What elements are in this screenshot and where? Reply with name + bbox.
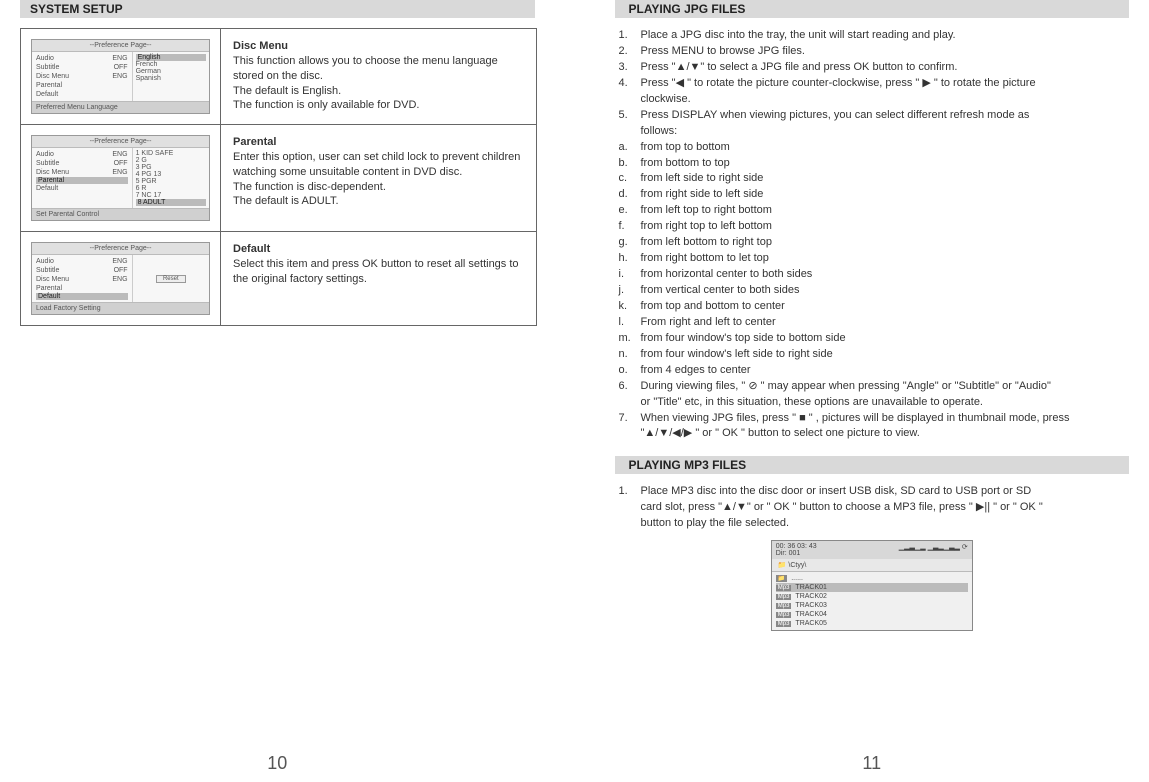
list-item: Mp3TRACK05	[776, 619, 968, 628]
list-item: h.from right bottom to let top	[619, 251, 1130, 267]
table-row: --Preference Page-- AudioENGSubtitleOFFD…	[21, 29, 536, 125]
list-item: a.from top to bottom	[619, 140, 1130, 156]
list-item: Mp3TRACK02	[776, 592, 968, 601]
list-item: c.from left side to right side	[619, 171, 1130, 187]
list-item: 3.Press "▲/▼" to select a JPG file and p…	[619, 60, 1130, 76]
left-page: SYSTEM SETUP --Preference Page-- AudioEN…	[20, 0, 535, 782]
page-number-left: 10	[267, 753, 287, 774]
list-item: g.from left bottom to right top	[619, 235, 1130, 251]
list-item: button to play the file selected.	[619, 516, 1130, 532]
list-item: 7.When viewing JPG files, press " ■ " , …	[619, 411, 1130, 427]
list-item: 1.Place a JPG disc into the tray, the un…	[619, 28, 1130, 44]
list-item: Mp3TRACK04	[776, 610, 968, 619]
list-item: card slot, press "▲/▼" or " OK " button …	[619, 500, 1130, 516]
list-item: Mp3TRACK03	[776, 601, 968, 610]
list-item: i.from horizontal center to both sides	[619, 267, 1130, 283]
playing-jpg-header: PLAYING JPG FILES	[615, 0, 1130, 18]
jpg-instructions: 1.Place a JPG disc into the tray, the un…	[615, 28, 1130, 442]
list-item: 6.During viewing files, " ⊘ " may appear…	[619, 379, 1130, 395]
menu-screenshot: --Preference Page-- AudioENGSubtitleOFFD…	[21, 232, 221, 325]
mp3-player-mock: 00: 36 03: 43 Dir: 001 ▁▂▃▁▂ ▁▃▂▁▃▂ ⟳ 📁 …	[771, 540, 973, 631]
right-page: PLAYING JPG FILES 1.Place a JPG disc int…	[615, 0, 1130, 782]
table-row: --Preference Page-- AudioENGSubtitleOFFD…	[21, 125, 536, 232]
list-item: Mp3TRACK01	[776, 583, 968, 592]
list-item: 1.Place MP3 disc into the disc door or i…	[619, 484, 1130, 500]
list-item: n.from four window's left side to right …	[619, 347, 1130, 363]
menu-screenshot: --Preference Page-- AudioENGSubtitleOFFD…	[21, 125, 221, 231]
list-item: or "Title" etc, in this situation, these…	[619, 395, 1130, 411]
list-item: j.from vertical center to both sides	[619, 283, 1130, 299]
list-item: clockwise.	[619, 92, 1130, 108]
table-row: --Preference Page-- AudioENGSubtitleOFFD…	[21, 232, 536, 325]
mp3-equalizer-icon: ▁▂▃▁▂ ▁▃▂▁▃▂ ⟳	[899, 543, 968, 557]
setting-description: Disc MenuThis function allows you to cho…	[221, 29, 536, 124]
list-item: o.from 4 edges to center	[619, 363, 1130, 379]
setting-description: ParentalEnter this option, user can set …	[221, 125, 536, 231]
list-item: "▲/▼/◀/▶ " or " OK " button to select on…	[619, 426, 1130, 442]
list-item: k.from top and bottom to center	[619, 299, 1130, 315]
list-item: b.from bottom to top	[619, 156, 1130, 172]
mp3-path: 📁 \Ctyy\	[772, 559, 972, 572]
system-setup-table: --Preference Page-- AudioENGSubtitleOFFD…	[20, 28, 537, 326]
list-item: m.from four window's top side to bottom …	[619, 331, 1130, 347]
list-item: 4.Press "◀ " to rotate the picture count…	[619, 76, 1130, 92]
mp3-instructions: 1.Place MP3 disc into the disc door or i…	[615, 484, 1130, 532]
system-setup-header: SYSTEM SETUP	[20, 0, 535, 18]
mp3-dir: Dir: 001	[776, 550, 801, 557]
menu-screenshot: --Preference Page-- AudioENGSubtitleOFFD…	[21, 29, 221, 124]
list-item: 2.Press MENU to browse JPG files.	[619, 44, 1130, 60]
playing-mp3-header: PLAYING MP3 FILES	[615, 456, 1130, 474]
list-item: d.from right side to left side	[619, 187, 1130, 203]
list-item: follows:	[619, 124, 1130, 140]
setting-description: DefaultSelect this item and press OK but…	[221, 232, 536, 325]
list-item: 5.Press DISPLAY when viewing pictures, y…	[619, 108, 1130, 124]
list-item: l.From right and left to center	[619, 315, 1130, 331]
list-item: 📁......	[776, 574, 968, 583]
page-number-right: 11	[862, 753, 881, 774]
mp3-track-list: 📁......Mp3TRACK01Mp3TRACK02Mp3TRACK03Mp3…	[772, 572, 972, 630]
list-item: f.from right top to left bottom	[619, 219, 1130, 235]
mp3-time: 00: 36 03: 43	[776, 543, 817, 550]
list-item: e.from left top to right bottom	[619, 203, 1130, 219]
